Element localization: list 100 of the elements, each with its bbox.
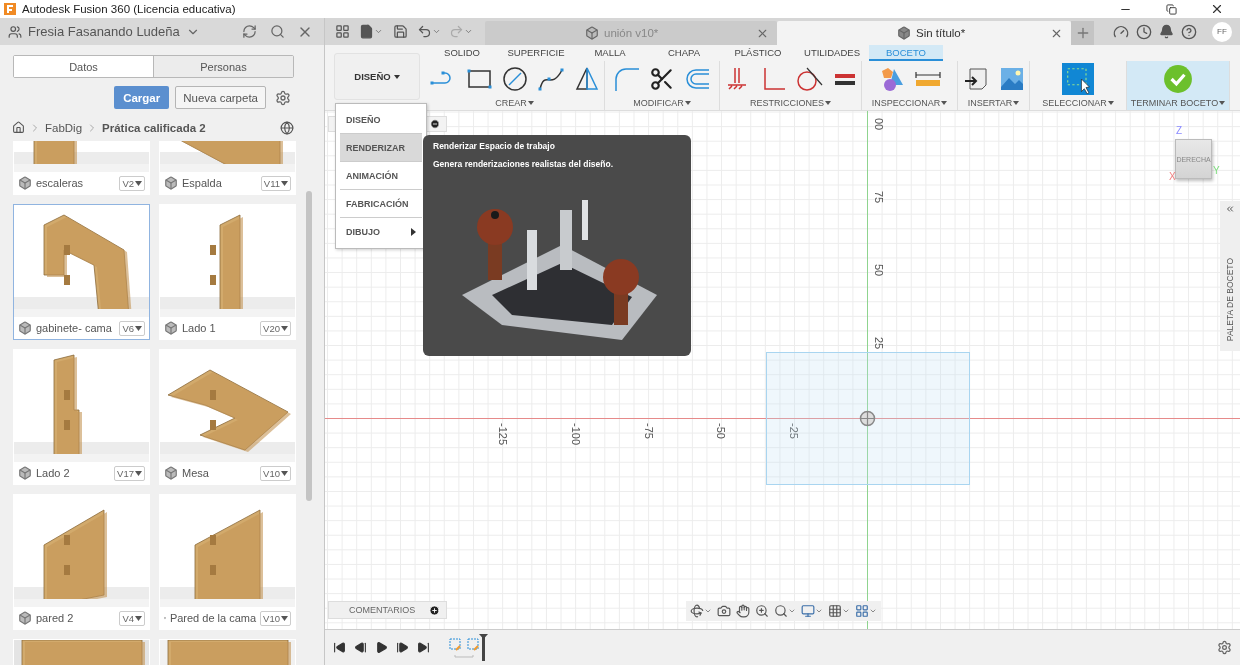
ribbon-tab[interactable]: PLÁSTICO [721,45,795,61]
ribbon-tab[interactable]: SUPERFICIE [499,45,573,61]
zoom-window-icon[interactable] [774,604,796,618]
display-icon[interactable] [801,604,823,618]
version-button[interactable]: V11 [260,175,291,191]
comments-title: COMENTARIOS [349,605,416,615]
viewports-icon[interactable] [855,604,877,618]
collapse-icon[interactable] [430,119,440,129]
first-step-icon[interactable] [333,641,346,654]
axis-label: Y [1213,165,1220,176]
settings-icon[interactable] [275,89,291,106]
gauge-icon[interactable] [1113,23,1129,40]
axis-tick-label: -25 [788,423,800,439]
caret-icon [393,74,400,79]
menu-item[interactable]: RENDERIZAR [340,134,422,162]
document-tab[interactable]: Sin título* [777,21,1071,45]
caret-icon [1013,101,1020,105]
ribbon-tab[interactable]: MALLA [573,45,647,61]
workspace-button[interactable]: DISEÑO [334,53,420,100]
caret-icon [825,101,831,105]
restore-icon[interactable] [1165,3,1177,15]
play-icon[interactable] [375,641,388,654]
caret-icon [941,101,948,105]
group-menu-button[interactable]: CREAR [495,98,534,108]
group-menu-button[interactable]: TERMINAR BOCETO [1130,98,1226,108]
file-name: Lado 1 [182,322,217,334]
caret-icon [281,325,288,331]
group-menu-button[interactable]: SELECCIONAR [1042,98,1114,108]
group-menu-button[interactable]: MODIFICAR [633,98,691,108]
ribbon-tab[interactable]: SOLIDO [425,45,499,61]
group-menu-button[interactable]: INSPECCIONAR [871,98,948,108]
user-avatar[interactable]: FF [1212,21,1232,42]
check-icon[interactable] [1163,64,1193,94]
axis-label: Z [1176,125,1183,136]
bell-icon[interactable] [1159,24,1174,39]
version-button[interactable]: V20 [260,320,291,336]
file-name: pared 2 [36,612,75,624]
search-icon[interactable] [269,24,285,39]
caret-icon [135,470,142,476]
file-card[interactable]: pared 2 V4 [13,494,150,630]
breadcrumb-link[interactable]: FabDig [45,121,83,134]
file-card[interactable]: Lado 2 V17 [13,349,150,485]
file-card[interactable]: Lado 1 V20 [159,204,296,340]
caret-icon [281,180,288,186]
previous-step-icon[interactable] [354,641,367,654]
panel-tab[interactable]: Personas [153,56,293,77]
ribbon-tab[interactable]: UTILIDADES [795,45,869,61]
tangent-icon[interactable] [794,65,823,93]
circle-icon[interactable] [500,65,529,93]
file-name: gabinete- cama [36,322,113,334]
group-menu-button[interactable]: RESTRICCIONES [750,98,831,108]
ribbon-tab[interactable]: CHAPA [647,45,721,61]
file-card[interactable]: escaleras V2 [13,141,150,195]
zoom-icon[interactable] [755,604,769,618]
next-step-icon[interactable] [396,641,409,654]
version-button[interactable]: V10 [260,465,291,481]
caret-icon [1107,101,1114,105]
version-button[interactable]: V2 [119,175,145,191]
refresh-icon[interactable] [241,24,257,39]
version-button[interactable]: V17 [114,465,145,481]
version-button[interactable]: V6 [119,320,145,336]
origin-icon [859,410,876,427]
hand-icon[interactable] [736,604,750,618]
globe-icon[interactable] [280,120,294,135]
file-name: Mesa [182,467,210,479]
app-logo-icon [4,3,16,15]
axis-tick-label: -75 [643,423,655,439]
home-icon[interactable] [12,121,25,134]
last-step-icon[interactable] [417,641,430,654]
caret-icon [1219,101,1226,105]
version-button[interactable]: V10 [260,610,291,626]
grid-icon[interactable] [828,604,850,618]
scrollbar-thumb[interactable] [306,191,312,501]
file-card[interactable]: Espalda V11 [159,141,296,195]
caret-icon [135,325,142,331]
help-icon[interactable] [1181,23,1197,40]
file-card[interactable]: Mesa V10 [159,349,296,485]
window-title: Autodesk Fusion 360 (Licencia educativa) [22,3,237,15]
axis-tick-label: 50 [873,264,885,277]
panel-tab[interactable]: Datos [14,56,153,77]
group-menu-button[interactable]: INSERTAR [967,98,1020,108]
file-card[interactable]: gabinete- cama V6 [13,204,150,340]
undo-icon[interactable] [417,24,432,39]
clock-icon[interactable] [1136,23,1152,40]
add-icon[interactable] [429,604,440,616]
caret-icon [684,101,691,105]
save-icon[interactable] [392,24,408,39]
settings-icon[interactable] [1217,640,1232,655]
select-icon[interactable] [1062,63,1094,95]
version-button[interactable]: V4 [119,610,145,626]
file-icon[interactable] [359,24,374,39]
camera-icon[interactable] [717,604,731,618]
scissors-icon[interactable] [649,66,675,92]
breadcrumb-link[interactable]: Prática calificada 2 [102,121,206,134]
close-icon[interactable] [1210,2,1224,16]
palette-title[interactable]: PALETA DE BOCETO [1225,258,1235,342]
orbit-icon[interactable] [690,604,712,618]
file-card[interactable]: Pared de la cama V10 [159,494,296,630]
grid-icon[interactable] [334,24,350,39]
new-folder-button[interactable]: Nueva carpeta [175,86,266,109]
